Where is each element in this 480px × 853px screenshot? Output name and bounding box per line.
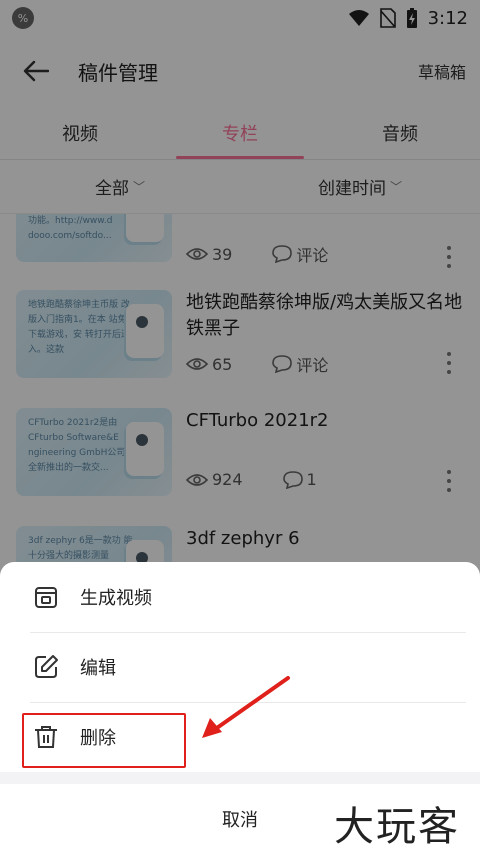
edit-label: 编辑	[80, 658, 116, 679]
video-generate-icon	[32, 583, 60, 611]
pointer-arrow-icon	[202, 676, 290, 738]
generate-video-option[interactable]: 生成视频	[0, 562, 480, 632]
edit-icon	[32, 653, 60, 681]
delete-highlight-box	[22, 713, 186, 768]
site-watermark: 大玩客	[334, 804, 460, 850]
sheet-separator	[0, 772, 480, 784]
generate-video-label: 生成视频	[80, 588, 152, 609]
